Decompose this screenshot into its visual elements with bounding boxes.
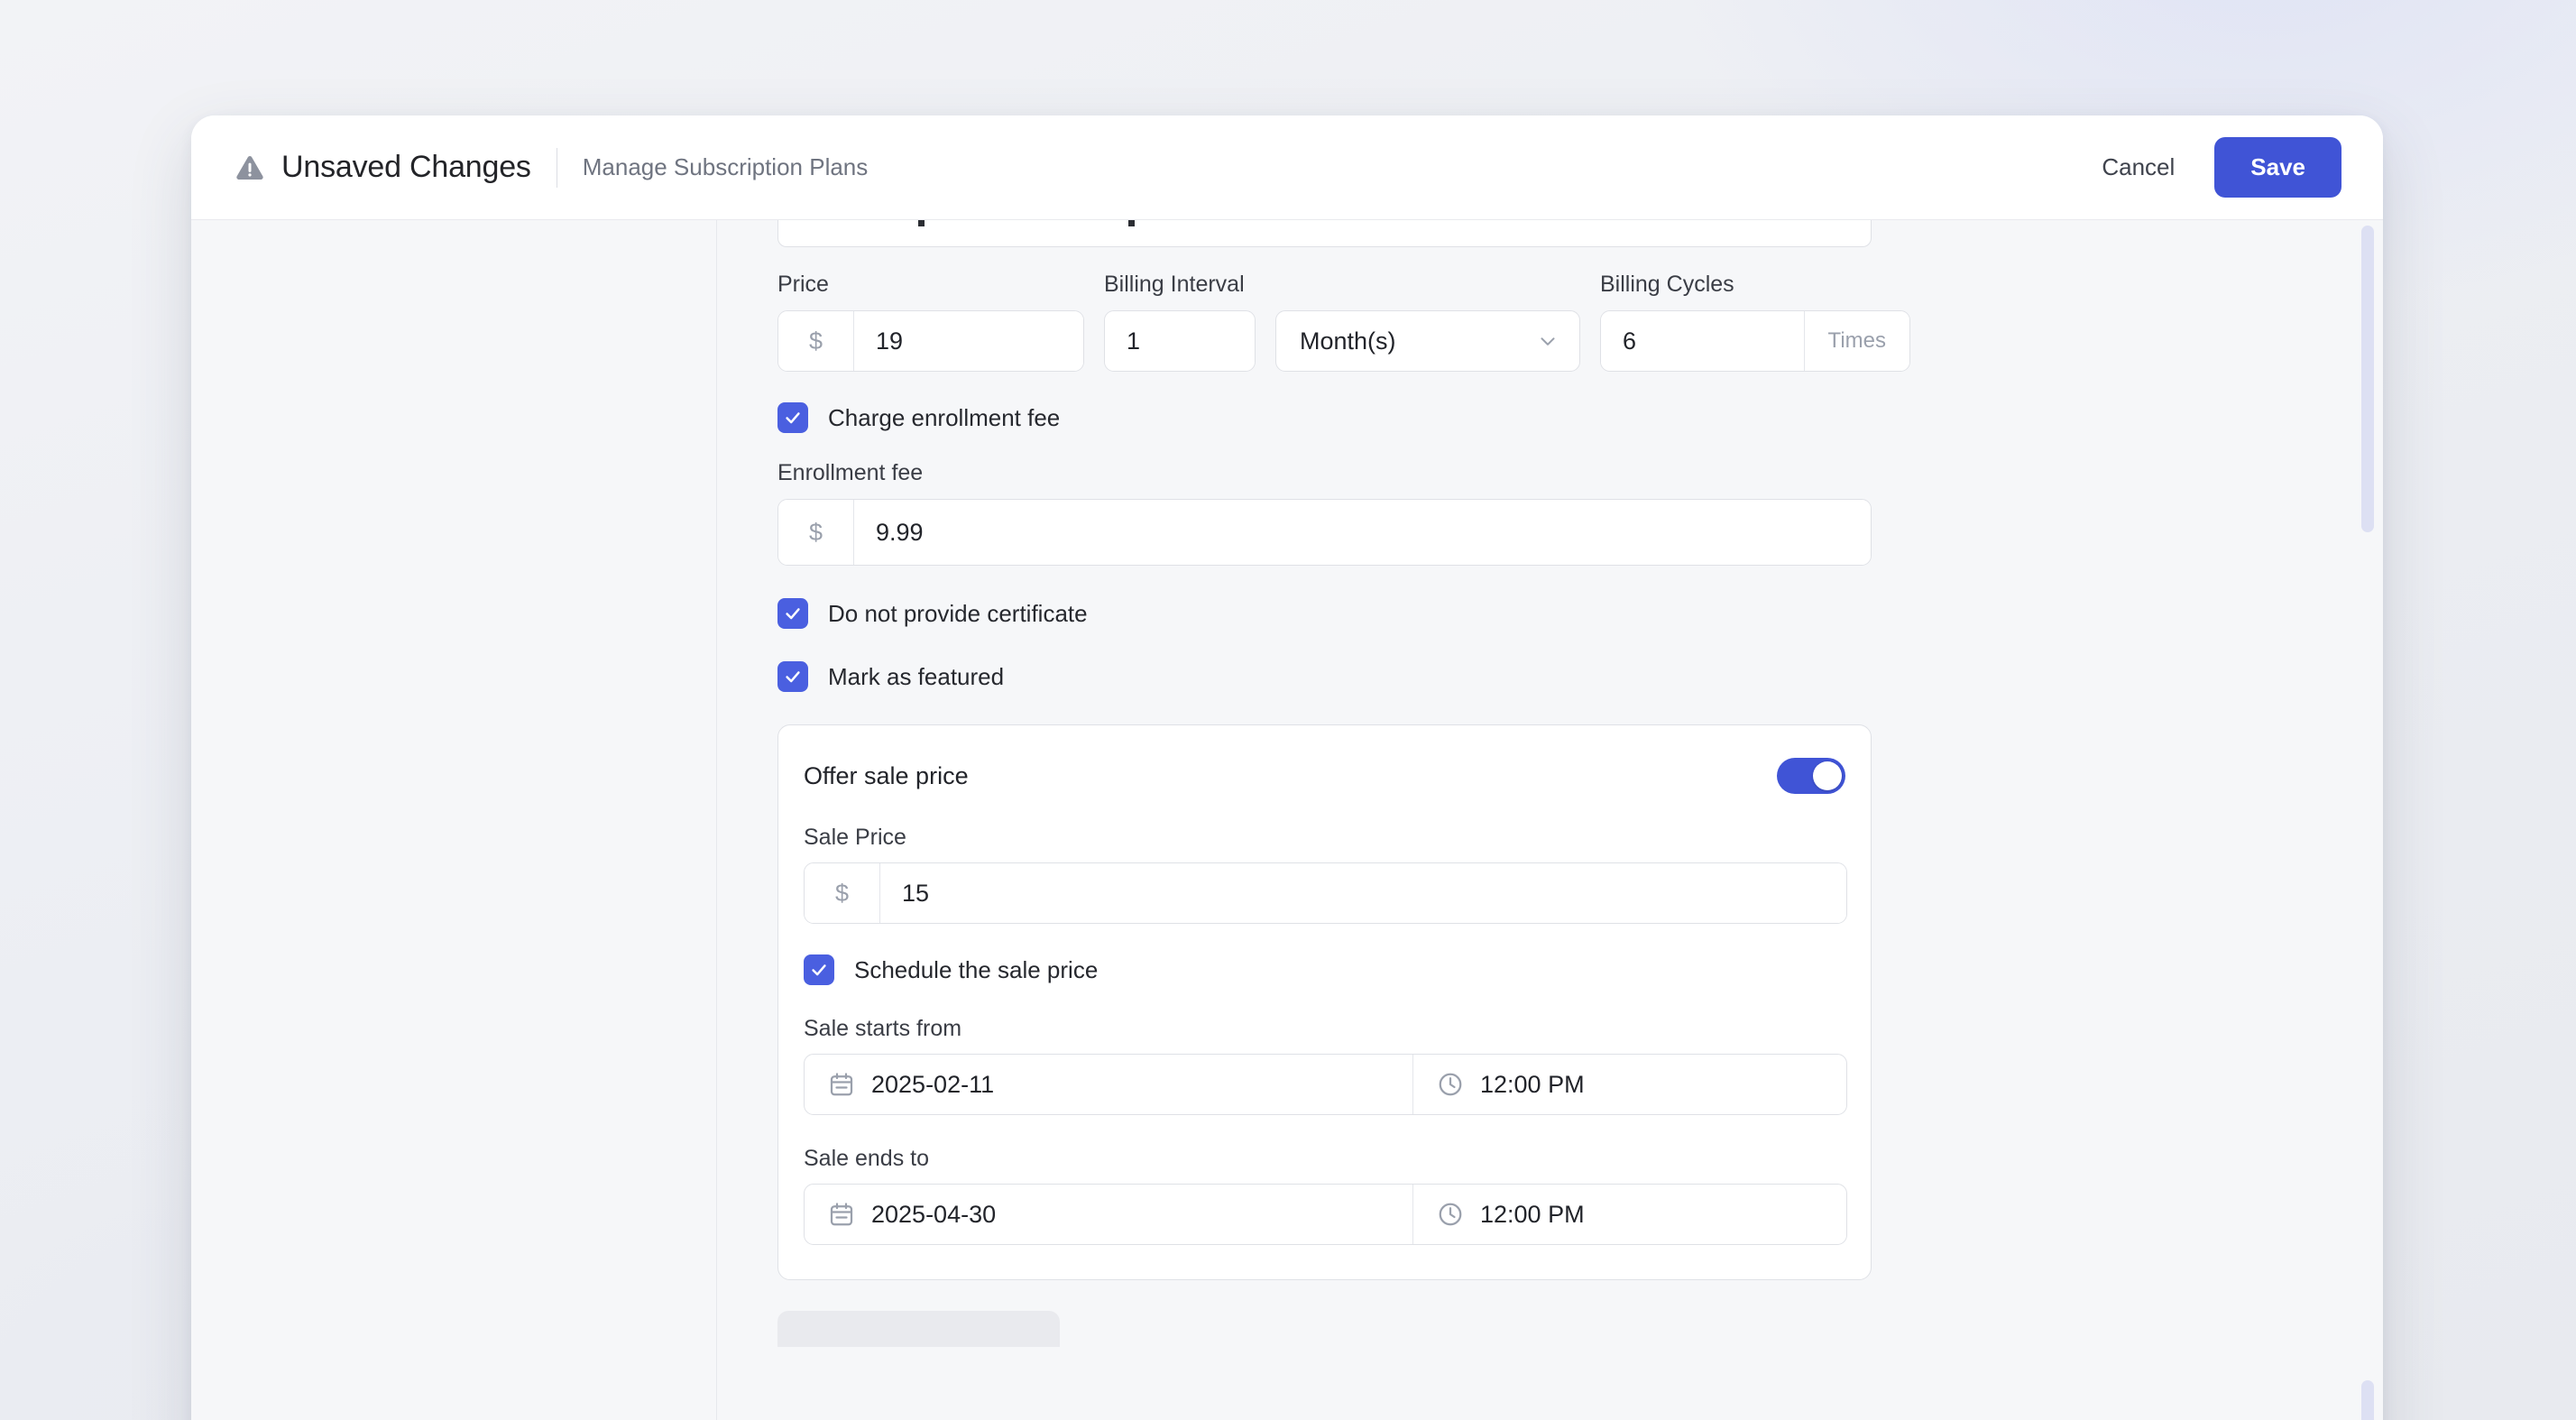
billing-interval-label: Billing Interval bbox=[1104, 272, 1245, 297]
sale-ends-to-time-value: 12:00 PM bbox=[1480, 1200, 1585, 1228]
manage-subscription-plans-window: Unsaved Changes Manage Subscription Plan… bbox=[191, 115, 2383, 1420]
partially-visible-field-above[interactable] bbox=[777, 220, 1872, 247]
content-scrollbar-thumb[interactable] bbox=[2361, 226, 2374, 532]
billing-cycles-field-group: Billing Cycles 6 Times bbox=[1600, 272, 1910, 372]
warning-triangle-icon bbox=[235, 152, 265, 183]
sale-price-field-group: $ 15 bbox=[804, 862, 1847, 924]
check-icon bbox=[812, 964, 826, 976]
mark-as-featured-label: Mark as featured bbox=[828, 662, 1005, 690]
check-icon bbox=[786, 671, 800, 683]
window-body: Price $ 19 Billing Interval 1 Month(s) B… bbox=[191, 220, 2383, 1420]
charge-enrollment-fee-checkbox-row[interactable]: Charge enrollment fee bbox=[777, 402, 2296, 433]
sale-ends-to-date-value: 2025-04-30 bbox=[871, 1200, 997, 1228]
clock-icon bbox=[1437, 1071, 1464, 1098]
sale-price-input-shell[interactable]: $ 15 bbox=[804, 862, 1847, 924]
currency-symbol-icon: $ bbox=[805, 863, 880, 923]
enrollment-fee-input-shell[interactable]: $ 9.99 bbox=[777, 499, 1872, 566]
enrollment-fee-input[interactable]: 9.99 bbox=[854, 500, 1871, 565]
plan-form: Price $ 19 Billing Interval 1 Month(s) B… bbox=[717, 220, 2383, 1347]
currency-symbol-icon: $ bbox=[778, 500, 854, 565]
do-not-provide-certificate-checkbox[interactable] bbox=[777, 598, 808, 629]
content-pane: Price $ 19 Billing Interval 1 Month(s) B… bbox=[717, 220, 2383, 1420]
sale-starts-from-time-value: 12:00 PM bbox=[1480, 1070, 1585, 1098]
content-scrollbar-thumb-lower[interactable] bbox=[2361, 1380, 2374, 1420]
sale-starts-from-time-input[interactable]: 12:00 PM bbox=[1413, 1055, 1846, 1114]
charge-enrollment-fee-label: Charge enrollment fee bbox=[828, 403, 1061, 431]
offer-sale-price-toggle[interactable] bbox=[1777, 758, 1845, 794]
price-field-group: Price $ 19 bbox=[777, 272, 1084, 372]
clock-icon bbox=[1437, 1201, 1464, 1228]
billing-cycles-suffix: Times bbox=[1803, 311, 1909, 371]
billing-interval-unit-group: Month(s) bbox=[1275, 310, 1580, 372]
partially-visible-button-below[interactable] bbox=[777, 1311, 1060, 1347]
sale-starts-from-datetime: 2025-02-11 12:00 PM bbox=[804, 1054, 1847, 1115]
billing-interval-input-shell[interactable]: 1 bbox=[1104, 310, 1256, 372]
offer-sale-price-body: Sale Price $ 15 Schedule the sale price … bbox=[804, 825, 1847, 1245]
check-icon bbox=[786, 412, 800, 424]
sale-price-input[interactable]: 15 bbox=[880, 863, 1846, 923]
mark-as-featured-checkbox-row[interactable]: Mark as featured bbox=[777, 661, 2296, 692]
price-input[interactable]: 19 bbox=[854, 311, 1083, 371]
breadcrumb: Manage Subscription Plans bbox=[582, 153, 869, 180]
clipped-text-fragment-a bbox=[918, 220, 925, 226]
sale-starts-from-date-value: 2025-02-11 bbox=[871, 1070, 995, 1098]
sale-starts-from-date-input[interactable]: 2025-02-11 bbox=[805, 1055, 1413, 1114]
pricing-row: Price $ 19 Billing Interval 1 Month(s) B… bbox=[777, 272, 2296, 372]
schedule-sale-price-checkbox-row[interactable]: Schedule the sale price bbox=[804, 954, 1845, 985]
billing-interval-field-group: Billing Interval 1 bbox=[1104, 272, 1256, 372]
calendar-icon bbox=[828, 1201, 855, 1228]
billing-cycles-input[interactable]: 6 bbox=[1601, 311, 1804, 371]
do-not-provide-certificate-label: Do not provide certificate bbox=[828, 599, 1088, 627]
billing-interval-unit-value: Month(s) bbox=[1300, 327, 1396, 355]
toggle-knob bbox=[1813, 761, 1842, 790]
offer-sale-price-label: Offer sale price bbox=[804, 761, 969, 789]
price-label: Price bbox=[777, 272, 829, 297]
check-icon bbox=[786, 608, 800, 620]
do-not-provide-certificate-checkbox-row[interactable]: Do not provide certificate bbox=[777, 598, 2296, 629]
titlebar-left-group: Unsaved Changes bbox=[235, 150, 531, 185]
sale-price-label: Sale Price bbox=[804, 825, 906, 850]
save-button[interactable]: Save bbox=[2214, 137, 2341, 198]
charge-enrollment-fee-checkbox[interactable] bbox=[777, 402, 808, 433]
offer-sale-price-card: Offer sale price Sale Price $ 15 Schedul… bbox=[777, 724, 1872, 1280]
schedule-sale-price-label: Schedule the sale price bbox=[854, 955, 1099, 983]
enrollment-fee-field-group: Enrollment fee $ 9.99 bbox=[777, 460, 1872, 566]
calendar-icon bbox=[828, 1071, 855, 1098]
sale-ends-to-time-input[interactable]: 12:00 PM bbox=[1413, 1185, 1846, 1244]
enrollment-fee-label: Enrollment fee bbox=[777, 460, 924, 485]
currency-symbol-icon: $ bbox=[778, 311, 854, 371]
unsaved-changes-title: Unsaved Changes bbox=[281, 150, 531, 184]
billing-interval-input[interactable]: 1 bbox=[1105, 311, 1255, 371]
mark-as-featured-checkbox[interactable] bbox=[777, 661, 808, 692]
cancel-button[interactable]: Cancel bbox=[2082, 141, 2194, 194]
clipped-text-fragment-b bbox=[1128, 220, 1135, 226]
sale-ends-to-date-input[interactable]: 2025-04-30 bbox=[805, 1185, 1413, 1244]
chevron-down-icon bbox=[1536, 329, 1559, 353]
offer-sale-price-header: Offer sale price bbox=[804, 752, 1845, 794]
left-rail bbox=[191, 220, 717, 1420]
window-titlebar: Unsaved Changes Manage Subscription Plan… bbox=[191, 115, 2383, 220]
billing-cycles-input-shell[interactable]: 6 Times bbox=[1600, 310, 1910, 372]
sale-starts-from-label: Sale starts from bbox=[804, 1016, 962, 1041]
sale-ends-to-datetime: 2025-04-30 12:00 PM bbox=[804, 1184, 1847, 1245]
billing-interval-unit-select[interactable]: Month(s) bbox=[1275, 310, 1580, 372]
price-input-shell[interactable]: $ 19 bbox=[777, 310, 1084, 372]
billing-cycles-label: Billing Cycles bbox=[1600, 272, 1734, 297]
schedule-sale-price-checkbox[interactable] bbox=[804, 954, 834, 985]
sale-ends-to-label: Sale ends to bbox=[804, 1146, 929, 1171]
